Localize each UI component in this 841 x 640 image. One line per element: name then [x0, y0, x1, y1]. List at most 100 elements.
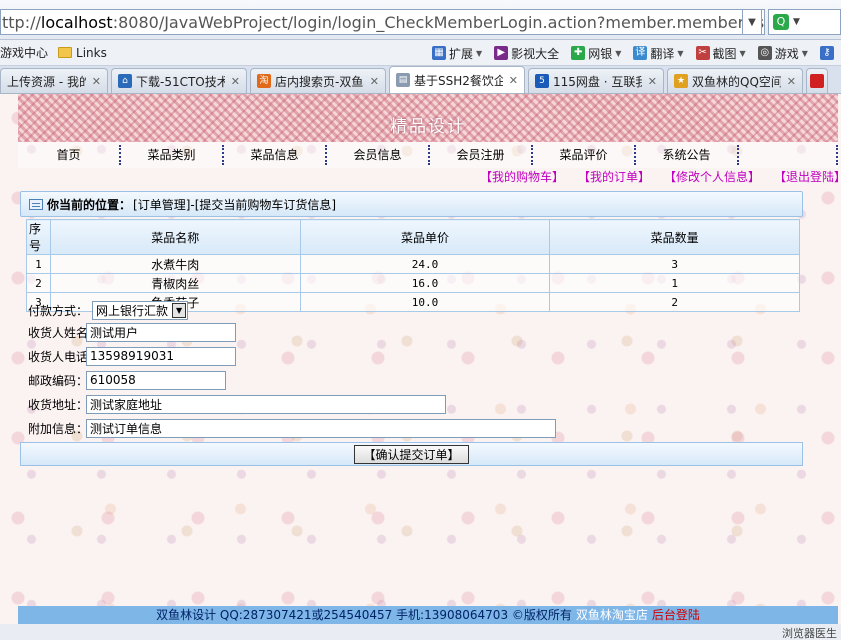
screenshot-icon: ✂ — [695, 46, 710, 60]
toolbar-video[interactable]: ▶ 影视大全 — [494, 45, 559, 62]
cell-name: 青椒肉丝 — [49, 273, 301, 293]
nav-member-register[interactable]: 会员注册 — [430, 145, 533, 165]
cell-qty: 3 — [549, 254, 800, 274]
tab-upload[interactable]: 上传资源 - 我的资 ✕ — [0, 68, 108, 93]
receiver-phone-input[interactable] — [86, 346, 236, 366]
nav-dish-info[interactable]: 菜品信息 — [224, 145, 327, 165]
status-text[interactable]: 浏览器医生 — [782, 625, 837, 640]
location-value: [订单管理]-[提交当前购物车订货信息] — [133, 197, 337, 212]
shield-icon: ✚ — [571, 46, 586, 60]
address-dropdown-button[interactable]: ▼ — [742, 9, 762, 35]
order-table: 序号 菜品名称 菜品单价 菜品数量 1 水煮牛肉 24.0 3 2 青椒肉丝 1… — [26, 219, 800, 312]
toolbar-key[interactable]: ⚷ — [819, 46, 837, 60]
cell-qty: 2 — [549, 292, 800, 312]
tab-label: 115网盘 · 互联我 — [553, 74, 642, 89]
submit-bar: 【确认提交订单】 — [20, 442, 803, 466]
nav-home[interactable]: 首页 — [18, 145, 121, 165]
toolbar-screenshot[interactable]: ✂ 截图 ▼ — [695, 45, 746, 62]
nav-announcement[interactable]: 系统公告 — [636, 145, 739, 165]
zip-code-row: 邮政编码： — [28, 370, 226, 390]
user-links: 【我的购物车】 【我的订单】 【修改个人信息】 【退出登陆】 — [480, 168, 841, 186]
address-row: 收货地址： — [28, 394, 446, 414]
red-page-icon — [810, 74, 824, 88]
table-row: 2 青椒肉丝 16.0 1 — [26, 273, 800, 293]
close-icon[interactable]: ✕ — [231, 75, 240, 88]
link-my-cart[interactable]: 【我的购物车】 — [480, 168, 564, 186]
toolbar-label: 网银 — [588, 46, 613, 61]
document-icon — [29, 198, 43, 210]
payment-row: 付款方式： 网上银行汇款 ▼ — [28, 300, 189, 320]
toolbar-translate[interactable]: 译翻译 ▼ — [633, 45, 684, 62]
link-my-orders[interactable]: 【我的订单】 — [578, 168, 650, 186]
bookmark-label: 游戏中心 — [0, 46, 49, 60]
bookmark-label: Links — [76, 45, 107, 60]
close-icon[interactable]: ✕ — [509, 74, 518, 87]
location-bar: 你当前的位置： [订单管理]-[提交当前购物车订货信息] — [20, 191, 803, 217]
toolbar-bank[interactable]: ✚ 网银 ▼ — [571, 45, 621, 62]
toolbar-label: 扩展 — [449, 46, 474, 61]
close-icon[interactable]: ✕ — [787, 75, 796, 88]
submit-order-button[interactable]: 【确认提交订单】 — [354, 444, 469, 464]
receiver-name-input[interactable] — [86, 322, 236, 342]
chevron-down-icon: ▼ — [793, 17, 800, 27]
bookmark-links[interactable]: Links — [58, 46, 107, 60]
address-input[interactable] — [86, 394, 446, 414]
cell-price: 16.0 — [299, 273, 551, 293]
footer-admin-link[interactable]: 后台登陆 — [652, 608, 700, 622]
key-icon: ⚷ — [819, 46, 834, 60]
browser-status-bar: 浏览器医生 — [0, 624, 841, 640]
footer-text: 双鱼林设计 QQ:287307421或254540457 手机:13908064… — [156, 608, 572, 622]
cloud-icon: 5 — [535, 74, 549, 88]
nav-dish-category[interactable]: 菜品类别 — [121, 145, 224, 165]
receiver-name-row: 收货人姓名： — [28, 322, 236, 342]
search-icon: Q — [773, 14, 789, 30]
toolbar-games[interactable]: ◎ 游戏 ▼ — [757, 45, 808, 62]
tab-51cto[interactable]: ⌂ 下载-51CTO技术 ✕ — [111, 68, 247, 93]
nav-member-info[interactable]: 会员信息 — [327, 145, 430, 165]
extra-info-input[interactable] — [86, 418, 556, 438]
table-row: 1 水煮牛肉 24.0 3 — [26, 254, 800, 274]
cell-name: 水煮牛肉 — [49, 254, 301, 274]
receiver-name-label: 收货人姓名： — [28, 325, 101, 340]
web-page: 精品设计 首页 菜品类别 菜品信息 会员信息 会员注册 菜品评价 系统公告 【我… — [0, 94, 841, 640]
toolbar-label: 影视大全 — [511, 46, 560, 61]
cell-qty: 1 — [549, 273, 800, 293]
cell-no: 1 — [26, 254, 51, 274]
tab-115[interactable]: 5 115网盘 · 互联我 ✕ — [528, 68, 664, 93]
tab-qq-zone[interactable]: ★ 双鱼林的QQ空间 ✕ — [667, 68, 803, 93]
cell-price: 24.0 — [299, 254, 551, 274]
nav-dish-review[interactable]: 菜品评价 — [533, 145, 636, 165]
link-logout[interactable]: 【退出登陆】 — [774, 168, 841, 186]
bookmark-games[interactable]: 游戏中心 — [0, 44, 48, 61]
toolbar-label: 翻译 — [650, 46, 675, 61]
search-engine-box[interactable]: Q ▼ — [768, 9, 841, 35]
link-edit-profile[interactable]: 【修改个人信息】 — [664, 168, 760, 186]
address-label: 收货地址： — [28, 397, 89, 412]
home-icon: ⌂ — [118, 74, 132, 88]
translate-icon: 译 — [633, 46, 648, 60]
chevron-down-icon: ▼ — [739, 48, 746, 58]
footer-shop-link[interactable]: 双鱼林淘宝店 — [576, 608, 648, 622]
tab-overflow[interactable] — [806, 68, 828, 93]
zip-code-label: 邮政编码： — [28, 373, 89, 388]
bookmarks-bar: 游戏中心 Links ▦ 扩展 ▼ ▶ 影视大全 ✚ 网银 ▼ 译翻译 ▼ ✂ 截图 ▼ ◎ 游戏… — [0, 40, 841, 66]
cell-price: 10.0 — [299, 292, 551, 312]
receiver-phone-label: 收货人电话： — [28, 349, 101, 364]
tab-ssh2-active[interactable]: ▤ 基于SSH2餐饮企业 ✕ — [389, 66, 525, 93]
taobao-icon: 淘 — [257, 74, 271, 88]
close-icon[interactable]: ✕ — [92, 75, 101, 88]
tab-label: 下载-51CTO技术 — [136, 74, 225, 89]
payment-select[interactable]: 网上银行汇款 ▼ — [92, 300, 189, 320]
chevron-down-icon: ▼ — [748, 16, 756, 28]
close-icon[interactable]: ✕ — [648, 75, 657, 88]
close-icon[interactable]: ✕ — [370, 75, 379, 88]
toolbar-extensions[interactable]: ▦ 扩展 ▼ — [432, 45, 482, 62]
tab-taobao-search[interactable]: 淘 店内搜索页-双鱼林 ✕ — [250, 68, 386, 93]
address-input[interactable]: ttp://localhost:8080/JavaWebProject/logi… — [0, 9, 765, 35]
chevron-down-icon: ▼ — [172, 302, 187, 318]
receiver-phone-row: 收货人电话： — [28, 346, 236, 366]
chevron-down-icon: ▼ — [615, 48, 622, 58]
col-header-price: 菜品单价 — [299, 219, 551, 255]
zip-code-input[interactable] — [86, 370, 226, 390]
tab-label: 双鱼林的QQ空间 — [692, 74, 781, 89]
